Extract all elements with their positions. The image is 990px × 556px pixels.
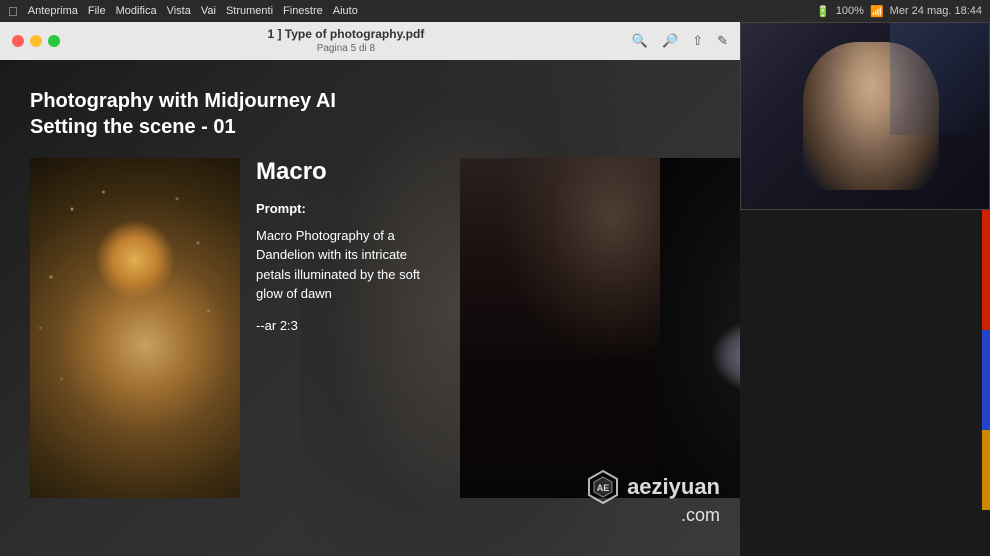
dandelion-image (30, 158, 240, 498)
slide-title-line2: Setting the scene - 01 (30, 114, 710, 140)
webcam-overlay (740, 22, 990, 210)
menu-anteprima[interactable]: Anteprima (28, 5, 78, 17)
slide-title: Photography with Midjourney AI Setting t… (30, 88, 710, 140)
menubar-left:  Anteprima File Modifica Vista Vai Stru… (8, 4, 358, 19)
minimize-button[interactable] (30, 35, 42, 47)
pdf-titlebar: 1 ] Type of photography.pdf Pagina 5 di … (0, 22, 740, 60)
strip-blue (982, 330, 990, 430)
watermark-text-top: aeziyuan (627, 474, 720, 500)
battery-icon: 🔋 (816, 5, 830, 18)
menu-strumenti[interactable]: Strumenti (226, 5, 273, 17)
markup-icon[interactable]: ✎ (717, 33, 728, 49)
macro-card: Macro Prompt: Macro Photography of a Dan… (30, 158, 460, 498)
macro-prompt-text: Macro Photography of a Dandelion with it… (256, 226, 444, 304)
battery-percent: 100% (836, 5, 864, 17)
watermark-hex-icon: AE (585, 469, 621, 505)
pdf-page-info: Pagina 5 di 8 (317, 42, 375, 55)
watermark-text-bottom: .com (681, 505, 720, 526)
close-button[interactable] (12, 35, 24, 47)
macro-card-title: Macro (256, 158, 444, 187)
traffic-lights[interactable] (12, 35, 60, 47)
wifi-icon: 📶 (870, 5, 884, 18)
strip-red (982, 210, 990, 330)
menu-file[interactable]: File (88, 5, 106, 17)
pdf-window: 1 ] Type of photography.pdf Pagina 5 di … (0, 22, 740, 556)
pdf-filename: 1 ] Type of photography.pdf (267, 27, 424, 43)
apple-logo-icon[interactable]:  (8, 4, 18, 19)
menu-modifica[interactable]: Modifica (116, 5, 157, 17)
menu-finestre[interactable]: Finestre (283, 5, 323, 17)
share-icon[interactable]: ⇧ (692, 33, 703, 49)
macro-text-panel: Macro Prompt: Macro Photography of a Dan… (240, 158, 460, 498)
webcam-person (741, 23, 989, 209)
pdf-content: Photography with Midjourney AI Setting t… (0, 60, 740, 556)
slide: Photography with Midjourney AI Setting t… (0, 60, 740, 556)
svg-text:AE: AE (597, 483, 610, 493)
pdf-toolbar-icons: 🔍 🔎 ⇧ ✎ (632, 33, 728, 49)
strip-yellow (982, 430, 990, 510)
dandelion-photo (30, 158, 240, 498)
woman-photo (460, 158, 660, 498)
menu-vista[interactable]: Vista (167, 5, 191, 17)
zoom-out-icon[interactable]: 🔍 (632, 33, 648, 49)
fullscreen-button[interactable] (48, 35, 60, 47)
jewelry-card: Jewelry Photography Prompt: Jewelry phot… (660, 158, 740, 498)
macro-prompt-label: Prompt: (256, 201, 444, 216)
watermark-logo: AE aeziyuan (585, 469, 720, 505)
pdf-title-area: 1 ] Type of photography.pdf Pagina 5 di … (68, 27, 624, 56)
watermark: AE aeziyuan .com (585, 469, 720, 526)
menubar-right: 🔋 100% 📶 Mer 24 mag. 18:44 (816, 5, 982, 18)
macos-menubar:  Anteprima File Modifica Vista Vai Stru… (0, 0, 990, 22)
zoom-in-icon[interactable]: 🔎 (662, 33, 678, 49)
necklace-photo (660, 158, 740, 498)
menu-aiuto[interactable]: Aiuto (333, 5, 358, 17)
macro-ar-text: --ar 2:3 (256, 318, 444, 333)
slide-title-line1: Photography with Midjourney AI (30, 88, 710, 114)
system-time: Mer 24 mag. 18:44 (890, 5, 982, 17)
menu-vai[interactable]: Vai (201, 5, 216, 17)
